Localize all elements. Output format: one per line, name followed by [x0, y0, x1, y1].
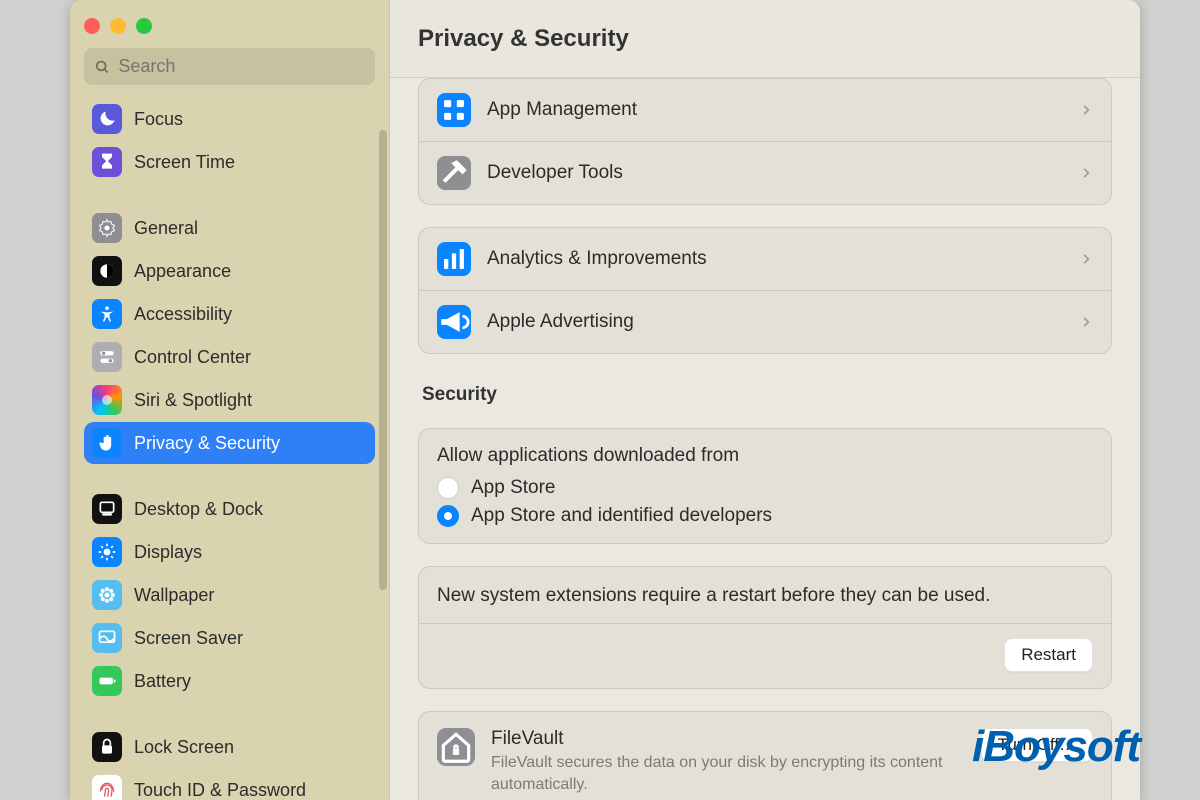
content: Privacy & Security App Management Develo…: [390, 0, 1140, 800]
filevault-desc: FileVault secures the data on your disk …: [491, 752, 965, 795]
sidebar-item-wallpaper[interactable]: Wallpaper: [84, 574, 375, 616]
radio-button[interactable]: [437, 505, 459, 527]
panel-analytics: Analytics & Improvements Apple Advertisi…: [418, 227, 1112, 354]
flower-icon: [92, 580, 122, 610]
restart-button[interactable]: Restart: [1004, 638, 1093, 672]
hourglass-icon: [92, 147, 122, 177]
search-icon: [94, 58, 110, 76]
search-input[interactable]: [118, 56, 365, 77]
radio-app-store-identified[interactable]: App Store and identified developers: [437, 505, 1093, 527]
sidebar-item-desktop-dock[interactable]: Desktop & Dock: [84, 488, 375, 530]
sidebar-item-battery[interactable]: Battery: [84, 660, 375, 702]
radio-app-store[interactable]: App Store: [437, 477, 1093, 499]
siri-icon: [92, 385, 122, 415]
megaphone-icon: [437, 305, 471, 339]
panel-filevault: FileVault FileVault secures the data on …: [418, 711, 1112, 800]
row-analytics[interactable]: Analytics & Improvements: [419, 228, 1111, 290]
page-title: Privacy & Security: [418, 25, 629, 53]
sidebar-item-focus[interactable]: Focus: [84, 98, 375, 140]
sidebar: Focus Screen Time General Appearance Acc…: [70, 0, 390, 800]
row-app-management[interactable]: App Management: [419, 79, 1111, 141]
panel-apps: App Management Developer Tools: [418, 78, 1112, 205]
sidebar-item-label: General: [134, 218, 198, 239]
radio-button[interactable]: [437, 477, 459, 499]
sidebar-item-label: Siri & Spotlight: [134, 390, 252, 411]
sidebar-list[interactable]: Focus Screen Time General Appearance Acc…: [80, 97, 379, 800]
gear-icon: [92, 213, 122, 243]
battery-icon: [92, 666, 122, 696]
brightness-icon: [92, 537, 122, 567]
sidebar-item-label: Touch ID & Password: [134, 780, 306, 800]
chart-icon: [437, 242, 471, 276]
sidebar-item-label: Privacy & Security: [134, 433, 280, 454]
appearance-icon: [92, 256, 122, 286]
chevron-right-icon: [1079, 166, 1093, 180]
screensaver-icon: [92, 623, 122, 653]
row-developer-tools[interactable]: Developer Tools: [419, 141, 1111, 204]
sidebar-scrollbar[interactable]: [379, 130, 387, 590]
sidebar-item-displays[interactable]: Displays: [84, 531, 375, 573]
sidebar-item-lock-screen[interactable]: Lock Screen: [84, 726, 375, 768]
settings-window: Focus Screen Time General Appearance Acc…: [70, 0, 1140, 800]
sidebar-item-label: Screen Time: [134, 152, 235, 173]
row-label: Developer Tools: [487, 162, 1063, 184]
sidebar-item-label: Screen Saver: [134, 628, 243, 649]
fullscreen-button[interactable]: [136, 18, 152, 34]
sidebar-item-appearance[interactable]: Appearance: [84, 250, 375, 292]
sidebar-item-label: Battery: [134, 671, 191, 692]
lock-icon: [92, 732, 122, 762]
sidebar-item-label: Control Center: [134, 347, 251, 368]
sidebar-item-touch-id[interactable]: Touch ID & Password: [84, 769, 375, 800]
sidebar-item-control-center[interactable]: Control Center: [84, 336, 375, 378]
allow-label: Allow applications downloaded from: [437, 445, 1093, 467]
sidebar-item-general[interactable]: General: [84, 207, 375, 249]
radio-label: App Store: [471, 477, 556, 499]
house-lock-icon: [437, 728, 475, 766]
sidebar-item-accessibility[interactable]: Accessibility: [84, 293, 375, 335]
accessibility-icon: [92, 299, 122, 329]
sidebar-item-privacy-security[interactable]: Privacy & Security: [84, 422, 375, 464]
moon-icon: [92, 104, 122, 134]
content-header: Privacy & Security: [390, 0, 1140, 78]
row-label: App Management: [487, 99, 1063, 121]
row-label: Apple Advertising: [487, 311, 1063, 333]
hammer-icon: [437, 156, 471, 190]
sidebar-item-screen-saver[interactable]: Screen Saver: [84, 617, 375, 659]
fingerprint-icon: [92, 775, 122, 800]
extension-message: New system extensions require a restart …: [419, 567, 1111, 617]
chevron-right-icon: [1079, 252, 1093, 266]
sidebar-item-screen-time[interactable]: Screen Time: [84, 141, 375, 183]
chevron-right-icon: [1079, 103, 1093, 117]
dock-icon: [92, 494, 122, 524]
switches-icon: [92, 342, 122, 372]
hand-icon: [92, 428, 122, 458]
close-button[interactable]: [84, 18, 100, 34]
row-label: Analytics & Improvements: [487, 248, 1063, 270]
sidebar-item-label: Accessibility: [134, 304, 232, 325]
sidebar-item-label: Lock Screen: [134, 737, 234, 758]
sidebar-item-label: Displays: [134, 542, 202, 563]
minimize-button[interactable]: [110, 18, 126, 34]
grid-icon: [437, 93, 471, 127]
panel-extensions: New system extensions require a restart …: [418, 566, 1112, 689]
panel-allow-downloads: Allow applications downloaded from App S…: [418, 428, 1112, 544]
filevault-title: FileVault: [491, 728, 965, 750]
radio-label: App Store and identified developers: [471, 505, 772, 527]
traffic-lights: [80, 12, 379, 48]
sidebar-item-label: Appearance: [134, 261, 231, 282]
search-field[interactable]: [84, 48, 375, 85]
sidebar-item-label: Focus: [134, 109, 183, 130]
content-scroll[interactable]: App Management Developer Tools Analytics…: [390, 78, 1140, 800]
sidebar-item-siri[interactable]: Siri & Spotlight: [84, 379, 375, 421]
section-security: Security: [422, 384, 1108, 406]
sidebar-item-label: Wallpaper: [134, 585, 214, 606]
row-apple-advertising[interactable]: Apple Advertising: [419, 290, 1111, 353]
chevron-right-icon: [1079, 315, 1093, 329]
filevault-turn-off-button[interactable]: Turn Off…: [981, 728, 1093, 762]
sidebar-item-label: Desktop & Dock: [134, 499, 263, 520]
